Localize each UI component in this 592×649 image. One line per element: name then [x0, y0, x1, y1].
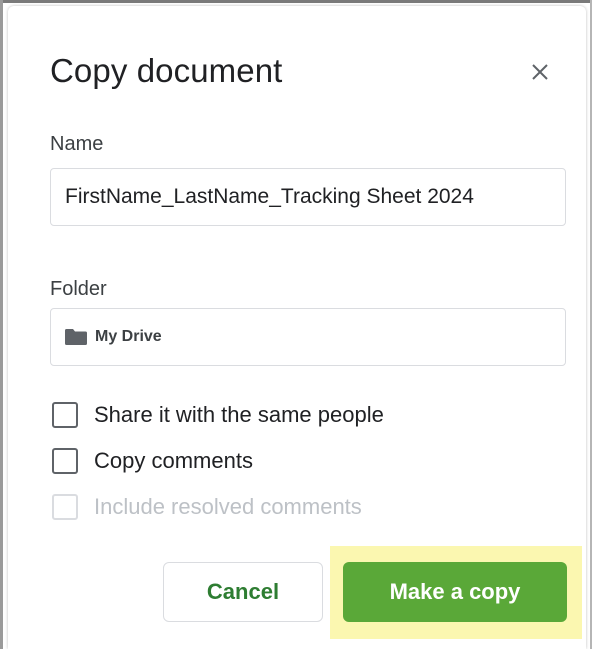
window-top-edge	[0, 0, 592, 3]
folder-selector[interactable]: My Drive	[50, 308, 566, 366]
share-option-label: Share it with the same people	[94, 402, 384, 427]
make-a-copy-button[interactable]: Make a copy	[343, 562, 567, 622]
folder-name: My Drive	[95, 328, 162, 345]
include-resolved-checkbox	[52, 494, 78, 520]
copy-comments-checkbox[interactable]	[52, 448, 78, 474]
include-resolved-option: Include resolved comments	[52, 492, 362, 522]
close-button[interactable]	[526, 58, 554, 86]
folder-label: Folder	[50, 278, 107, 300]
name-label: Name	[50, 133, 104, 155]
cancel-button[interactable]: Cancel	[163, 562, 323, 622]
share-checkbox[interactable]	[52, 402, 78, 428]
share-option: Share it with the same people	[52, 400, 384, 430]
close-icon	[532, 64, 548, 80]
copy-comments-option: Copy comments	[52, 446, 253, 476]
include-resolved-label: Include resolved comments	[94, 494, 362, 519]
copy-document-dialog: Copy document Name Folder My Drive Share…	[8, 6, 586, 649]
folder-icon	[65, 329, 87, 345]
dialog-title: Copy document	[50, 52, 283, 89]
copy-comments-label: Copy comments	[94, 448, 253, 473]
name-input[interactable]	[50, 168, 566, 226]
window-left-edge	[0, 0, 3, 649]
